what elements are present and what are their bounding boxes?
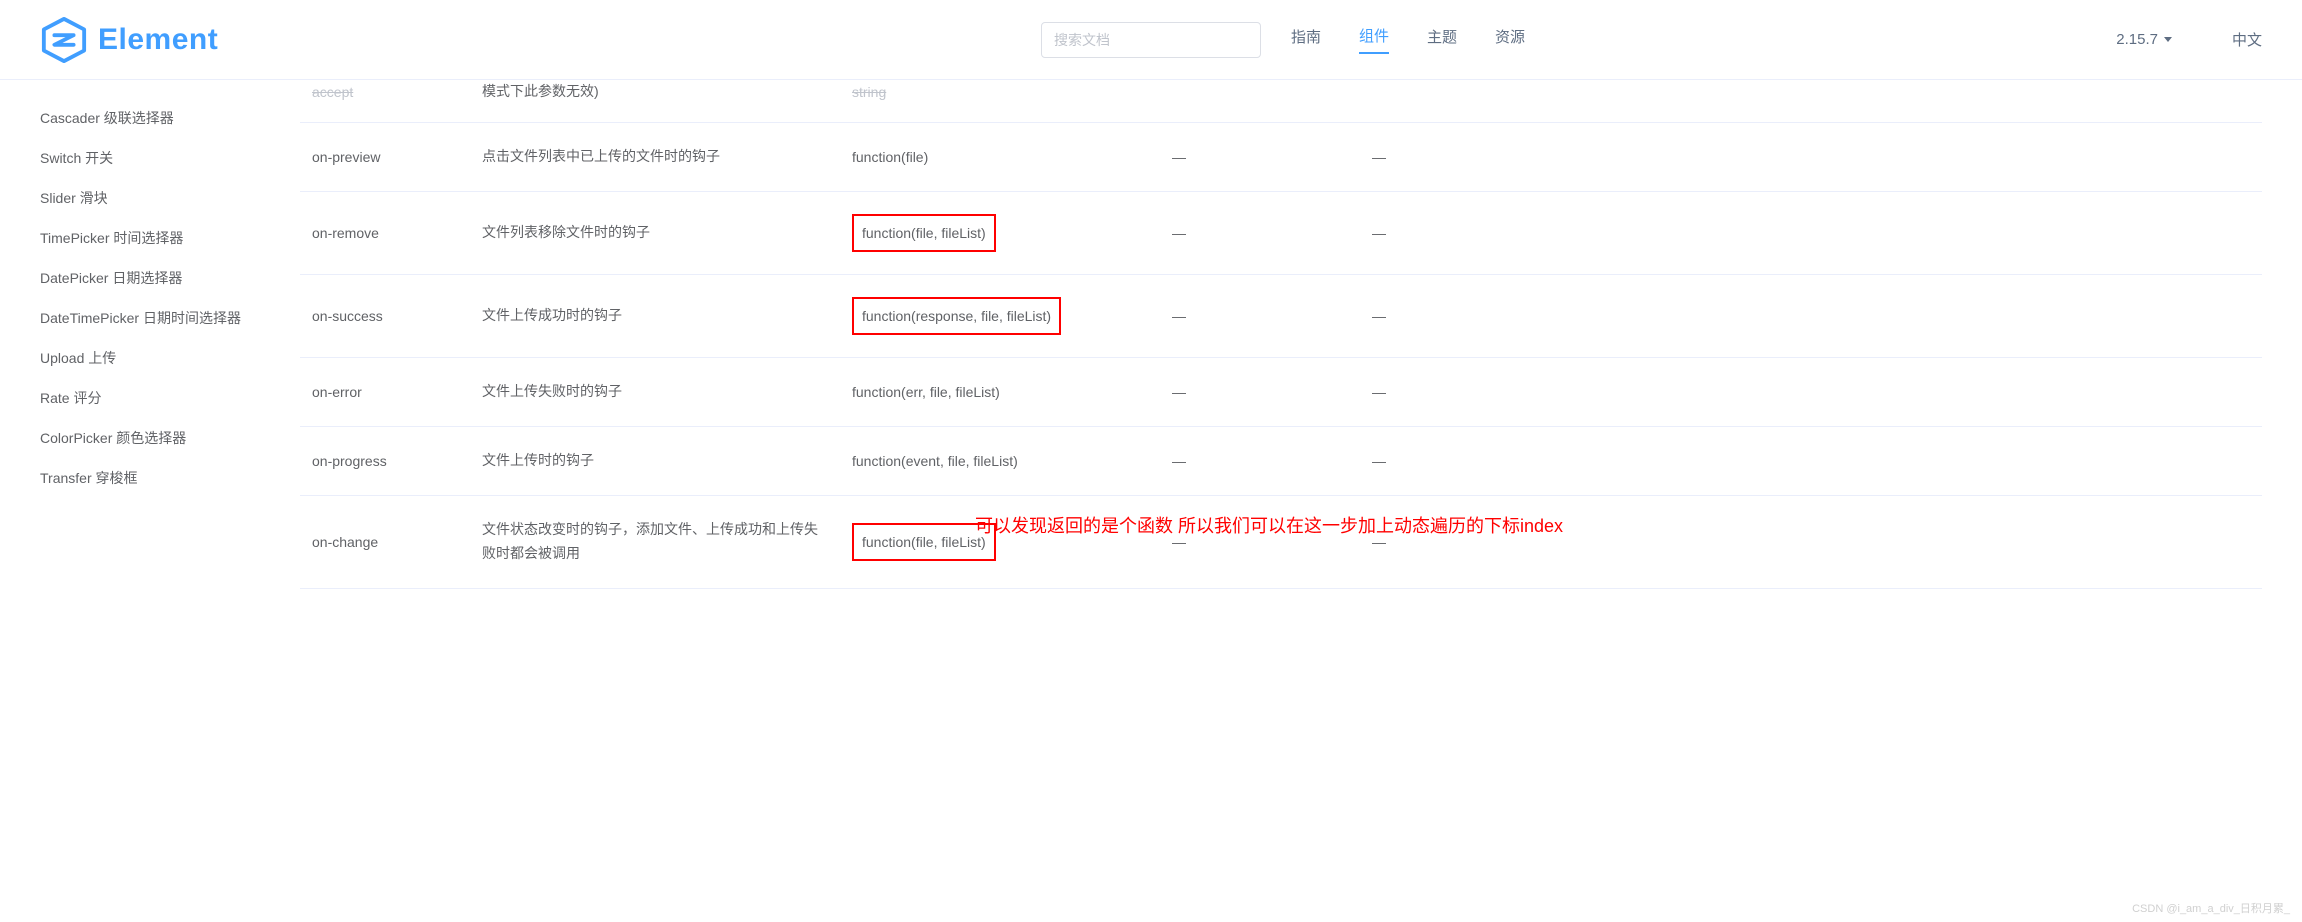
cell-desc: 文件上传成功时的钩子 <box>470 274 840 357</box>
sidebar-item-transfer[interactable]: Transfer 穿梭框 <box>40 458 300 498</box>
cell-default <box>1360 80 2262 122</box>
cell-default: — <box>1360 427 2262 496</box>
cell-default: — <box>1360 358 2262 427</box>
sidebar-item-colorpicker[interactable]: ColorPicker 颜色选择器 <box>40 418 300 458</box>
sidebar-item-datepicker[interactable]: DatePicker 日期选择器 <box>40 258 300 298</box>
table-row: on-success文件上传成功时的钩子function(response, f… <box>300 274 2262 357</box>
lang-dropdown[interactable]: 中文 <box>2232 29 2262 50</box>
table-row: on-error文件上传失败时的钩子function(err, file, fi… <box>300 358 2262 427</box>
cell-type: function(file, fileList) <box>840 191 1160 274</box>
cell-optional: — <box>1160 274 1360 357</box>
sidebar: Cascader 级联选择器 Switch 开关 Slider 滑块 TimeP… <box>0 80 300 922</box>
search-input[interactable] <box>1041 22 1261 58</box>
cell-default: — <box>1360 495 2262 588</box>
cell-default: — <box>1360 191 2262 274</box>
sidebar-item-timepicker[interactable]: TimePicker 时间选择器 <box>40 218 300 258</box>
element-logo-icon <box>40 16 88 64</box>
nav-theme[interactable]: 主题 <box>1427 26 1457 53</box>
cell-desc: 文件上传时的钩子 <box>470 427 840 496</box>
table-row: on-change文件状态改变时的钩子，添加文件、上传成功和上传失败时都会被调用… <box>300 495 2262 588</box>
cell-optional: — <box>1160 358 1360 427</box>
chevron-down-icon <box>2164 37 2172 42</box>
cell-optional <box>1160 80 1360 122</box>
cell-desc: 文件列表移除文件时的钩子 <box>470 191 840 274</box>
lang-label: 中文 <box>2232 29 2262 50</box>
cell-name: on-remove <box>300 191 470 274</box>
cell-type: string <box>840 80 1160 122</box>
content: accept模式下此参数无效)stringon-preview点击文件列表中已上… <box>300 80 2302 922</box>
api-table: accept模式下此参数无效)stringon-preview点击文件列表中已上… <box>300 80 2262 589</box>
cell-desc: 模式下此参数无效) <box>470 80 840 122</box>
sidebar-item-upload[interactable]: Upload 上传 <box>40 338 300 378</box>
page-body: Cascader 级联选择器 Switch 开关 Slider 滑块 TimeP… <box>0 80 2302 922</box>
nav-resource[interactable]: 资源 <box>1495 26 1525 53</box>
nav-guide[interactable]: 指南 <box>1291 26 1321 53</box>
cell-default: — <box>1360 122 2262 191</box>
cell-optional: — <box>1160 191 1360 274</box>
sidebar-item-cascader[interactable]: Cascader 级联选择器 <box>40 98 300 138</box>
table-row: accept模式下此参数无效)string <box>300 80 2262 122</box>
header: Element 指南 组件 主题 资源 2.15.7 中文 <box>0 0 2302 80</box>
cell-default: — <box>1360 274 2262 357</box>
cell-optional: — <box>1160 122 1360 191</box>
sidebar-item-slider[interactable]: Slider 滑块 <box>40 178 300 218</box>
cell-desc: 文件上传失败时的钩子 <box>470 358 840 427</box>
cell-name: on-preview <box>300 122 470 191</box>
header-right: 2.15.7 中文 <box>2116 29 2262 50</box>
cell-name: on-change <box>300 495 470 588</box>
cell-name: on-error <box>300 358 470 427</box>
cell-name: on-progress <box>300 427 470 496</box>
cell-type: function(err, file, fileList) <box>840 358 1160 427</box>
table-row: on-preview点击文件列表中已上传的文件时的钩子function(file… <box>300 122 2262 191</box>
cell-type: function(file, fileList) <box>840 495 1160 588</box>
search-box <box>1041 22 1261 58</box>
version-dropdown[interactable]: 2.15.7 <box>2116 31 2172 48</box>
nav-component[interactable]: 组件 <box>1359 25 1389 54</box>
cell-optional: — <box>1160 427 1360 496</box>
cell-desc: 点击文件列表中已上传的文件时的钩子 <box>470 122 840 191</box>
sidebar-item-datetimepicker[interactable]: DateTimePicker 日期时间选择器 <box>40 298 300 338</box>
cell-name: accept <box>300 80 470 122</box>
cell-type: function(response, file, fileList) <box>840 274 1160 357</box>
cell-desc: 文件状态改变时的钩子，添加文件、上传成功和上传失败时都会被调用 <box>470 495 840 588</box>
nav-links: 指南 组件 主题 资源 <box>1291 25 1525 54</box>
cell-optional: — <box>1160 495 1360 588</box>
table-row: on-remove文件列表移除文件时的钩子function(file, file… <box>300 191 2262 274</box>
brand-text: Element <box>98 23 218 57</box>
sidebar-item-rate[interactable]: Rate 评分 <box>40 378 300 418</box>
cell-name: on-success <box>300 274 470 357</box>
cell-type: function(event, file, fileList) <box>840 427 1160 496</box>
sidebar-item-switch[interactable]: Switch 开关 <box>40 138 300 178</box>
logo[interactable]: Element <box>40 16 218 64</box>
watermark: CSDN @i_am_a_div_日积月累_ <box>2132 900 2290 916</box>
table-row: on-progress文件上传时的钩子function(event, file,… <box>300 427 2262 496</box>
version-label: 2.15.7 <box>2116 31 2158 48</box>
cell-type: function(file) <box>840 122 1160 191</box>
